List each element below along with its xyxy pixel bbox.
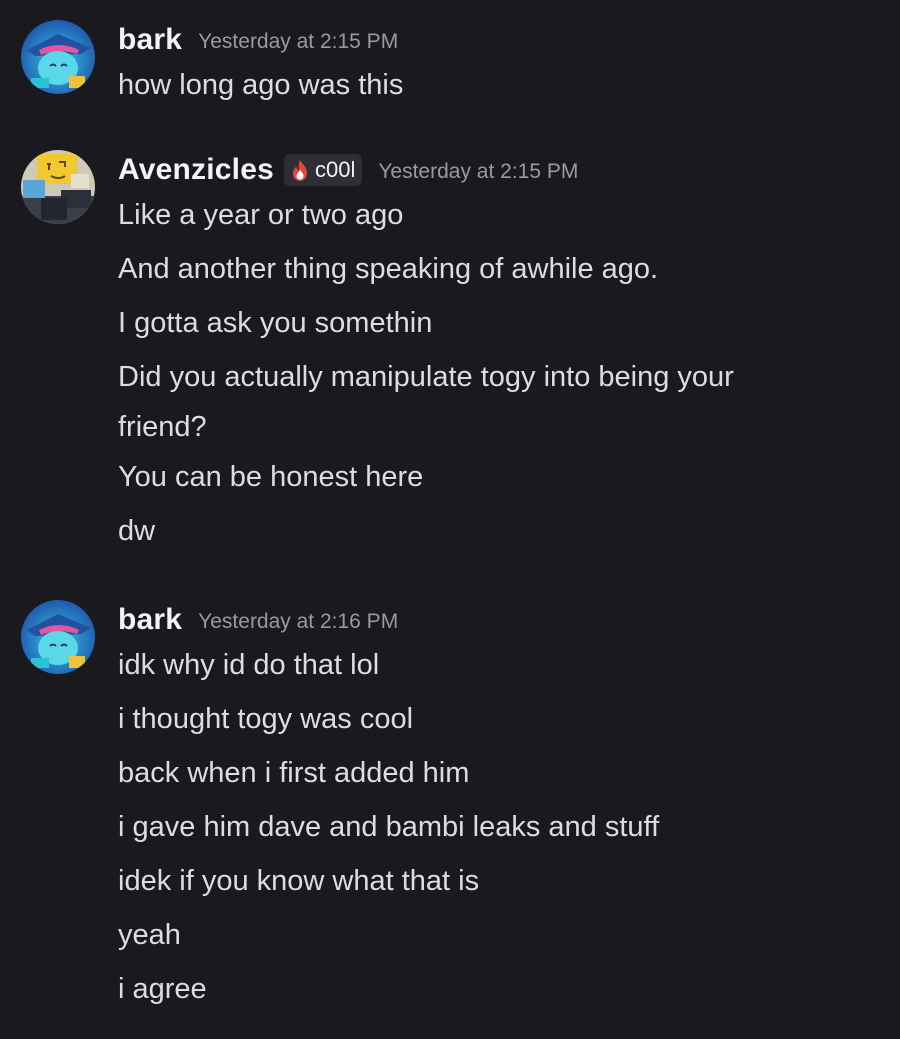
message-line[interactable]: back when i first added him: [118, 748, 878, 802]
message-line[interactable]: idek if you know what that is: [118, 856, 878, 910]
timestamp[interactable]: Yesterday at 2:15 PM: [198, 26, 398, 54]
message-line[interactable]: how long ago was this: [118, 60, 878, 114]
message-line[interactable]: Like a year or two ago: [118, 190, 878, 244]
message-line[interactable]: And another thing speaking of awhile ago…: [118, 244, 878, 298]
message-line[interactable]: dw: [118, 506, 878, 560]
message-lines: Like a year or two ago And another thing…: [118, 190, 878, 560]
timestamp[interactable]: Yesterday at 2:16 PM: [198, 606, 398, 634]
yellow-block-character-avatar-icon: [21, 150, 95, 224]
blue-character-avatar-icon: [21, 600, 95, 674]
timestamp[interactable]: Yesterday at 2:15 PM: [378, 156, 578, 184]
message-lines: idk why id do that lol i thought togy wa…: [118, 640, 878, 1018]
chat-log: bark Yesterday at 2:15 PM how long ago w…: [0, 0, 900, 1039]
guild-tag-label: c00l: [314, 157, 356, 182]
message-line[interactable]: yeah: [118, 910, 878, 964]
flame-icon: [292, 160, 307, 181]
guild-tag[interactable]: c00l: [283, 154, 363, 186]
avatar[interactable]: [21, 150, 95, 224]
message-line[interactable]: idk why id do that lol: [118, 640, 878, 694]
message-line[interactable]: i agree: [118, 964, 878, 1018]
message-lines: how long ago was this: [118, 60, 878, 114]
message-line[interactable]: I gotta ask you somethin: [118, 298, 878, 352]
avatar[interactable]: [21, 600, 95, 674]
username[interactable]: bark: [118, 603, 182, 637]
message-line[interactable]: Did you actually manipulate togy into be…: [118, 352, 818, 452]
message-line[interactable]: i gave him dave and bambi leaks and stuf…: [118, 802, 878, 856]
message-line[interactable]: i thought togy was cool: [118, 694, 878, 748]
message-line[interactable]: You can be honest here: [118, 452, 878, 506]
message-header: Avenzicles c00l Yesterday at 2:15 PM: [118, 150, 578, 190]
avatar[interactable]: [21, 20, 95, 94]
message-header: bark Yesterday at 2:15 PM: [118, 20, 398, 60]
message-header: bark Yesterday at 2:16 PM: [118, 600, 398, 640]
blue-character-avatar-icon: [21, 20, 95, 94]
username[interactable]: bark: [118, 23, 182, 57]
username[interactable]: Avenzicles: [118, 153, 274, 187]
